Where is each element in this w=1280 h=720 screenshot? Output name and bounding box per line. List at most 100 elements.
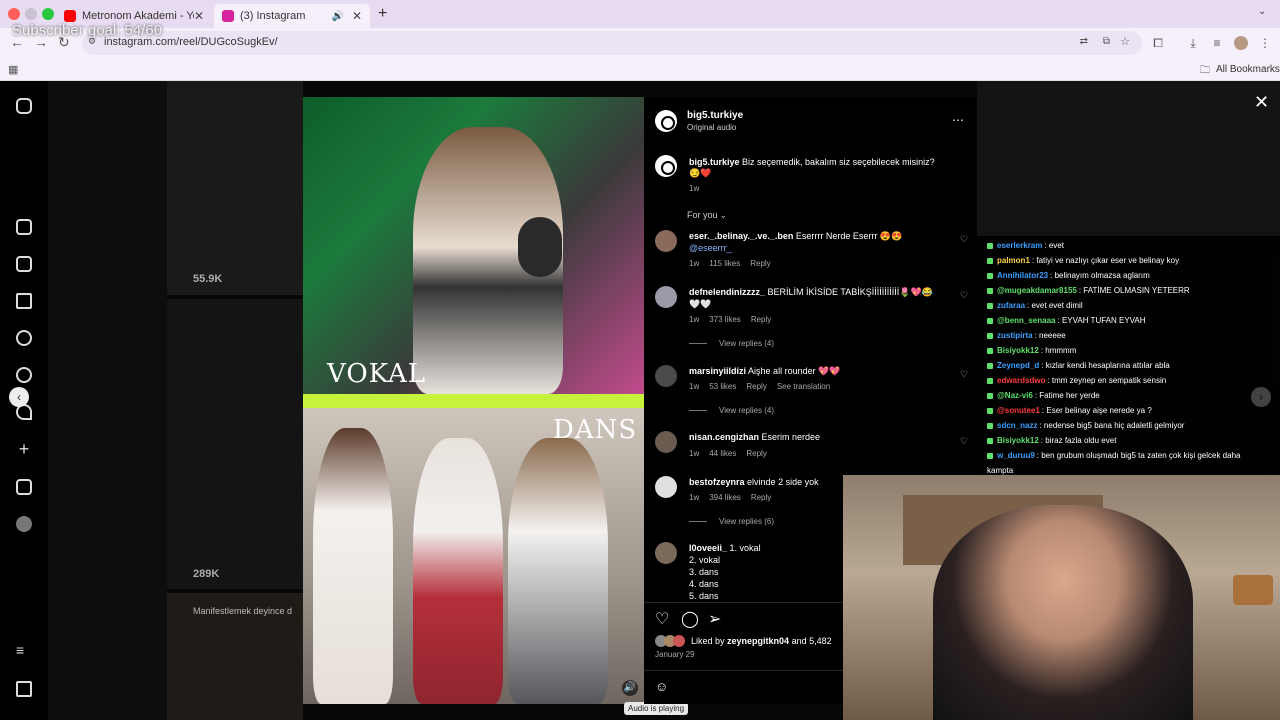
maximize-window-button[interactable] — [42, 8, 54, 20]
platform-badge-icon — [987, 437, 993, 444]
liked-by-user[interactable]: zeynepgitkn04 — [727, 636, 789, 646]
like-comment-icon[interactable]: ♡ — [960, 369, 968, 380]
like-comment-icon[interactable]: ♡ — [960, 234, 968, 245]
comment-meta: 1w 115 likes Reply — [689, 259, 781, 268]
view-replies-button[interactable]: View replies (6) — [689, 517, 774, 526]
author-username[interactable]: big5.turkiye — [687, 110, 743, 121]
address-bar[interactable]: ⚙ instagram.com/reel/DUGcoSugkEv/ ⇄ ⧉ ☆ — [82, 31, 1142, 55]
like-comment-icon[interactable]: ♡ — [960, 290, 968, 301]
comment-body-line2: 🤍🤍 — [689, 299, 712, 309]
chat-text: biraz fazla oldu evet — [1045, 436, 1117, 445]
folder-icon: 🗀 — [1200, 65, 1210, 76]
dashboard-icon[interactable] — [16, 479, 32, 495]
liked-by-avatars — [655, 635, 687, 647]
reels-icon[interactable] — [16, 256, 32, 272]
reading-list-icon[interactable]: ≡ — [1210, 36, 1224, 50]
comment-likes[interactable]: 115 likes — [709, 259, 740, 268]
caption-avatar[interactable] — [655, 155, 677, 177]
direct-messages-icon[interactable] — [16, 293, 32, 309]
reply-button[interactable]: Reply — [746, 449, 766, 458]
commenter-avatar[interactable] — [655, 476, 677, 498]
create-icon[interactable]: + — [16, 440, 32, 458]
streamer-figure — [933, 505, 1193, 720]
translate-icon[interactable]: ⇄ — [1080, 36, 1088, 47]
emoji-icon[interactable]: ☺ — [655, 679, 668, 694]
browser-menu-icon[interactable]: ⋮ — [1258, 36, 1272, 50]
close-window-button[interactable] — [8, 8, 20, 20]
bookmarks-bar: ▦ 🗀 All Bookmarks — [0, 58, 1280, 81]
post-date: January 29 — [655, 650, 695, 659]
new-tab-button[interactable]: + — [378, 5, 387, 23]
tab-list-button[interactable]: ⌄ — [1258, 6, 1266, 17]
comment-mention[interactable]: @eseerrr_ — [689, 243, 732, 253]
reply-button[interactable]: Reply — [751, 315, 771, 324]
close-tab-icon[interactable]: ✕ — [352, 9, 362, 23]
chat-text: tmm zeynep en sempatik sensin — [1051, 376, 1167, 385]
like-icon[interactable]: ♡ — [655, 609, 669, 629]
profile-avatar[interactable] — [16, 516, 32, 532]
comment-likes[interactable]: 44 likes — [709, 449, 736, 458]
commenter-avatar[interactable] — [655, 365, 677, 387]
platform-badge-icon — [987, 407, 993, 414]
share-icon[interactable]: ➢ — [708, 609, 721, 629]
more-menu-icon[interactable]: ≡ — [16, 643, 32, 659]
profile-avatar[interactable] — [1234, 36, 1248, 50]
reply-button[interactable]: Reply — [750, 259, 770, 268]
commenter-avatar[interactable] — [655, 431, 677, 453]
explore-icon[interactable] — [16, 367, 32, 383]
reel-video[interactable]: VOKAL DANS 🔊 — [303, 97, 644, 704]
comment-username[interactable]: defnelendinizzzz_ — [689, 287, 765, 297]
see-translation-link[interactable]: See translation — [777, 382, 830, 391]
author-avatar[interactable] — [655, 110, 677, 132]
all-bookmarks-link[interactable]: All Bookmarks — [1216, 64, 1280, 75]
comment-username[interactable]: bestofzeynra — [689, 477, 745, 487]
audio-subtitle[interactable]: Original audio — [687, 123, 736, 132]
extensions-icon[interactable]: ⧠ — [1151, 36, 1165, 50]
view-replies-button[interactable]: View replies (4) — [689, 339, 774, 348]
comment-likes[interactable]: 373 likes — [709, 315, 741, 324]
chat-username: Bisiyokk12 — [997, 436, 1039, 445]
comment-likes[interactable]: 53 likes — [709, 382, 736, 391]
bookmark-star-icon[interactable]: ☆ — [1120, 35, 1130, 48]
close-icon[interactable]: ✕ — [1254, 92, 1269, 113]
liked-by-count[interactable]: and 5,482 — [792, 636, 832, 646]
install-app-icon[interactable]: ⧉ — [1103, 36, 1110, 47]
comment-text: bestofzeynra elvinde 2 side yok — [689, 477, 819, 487]
commenter-avatar[interactable] — [655, 230, 677, 252]
speaker-icon[interactable]: 🔊 — [622, 680, 638, 696]
instagram-logo-icon[interactable] — [16, 98, 32, 114]
more-options-icon[interactable]: ⋯ — [952, 113, 964, 127]
view-replies-button[interactable]: View replies (4) — [689, 406, 774, 415]
comment-icon[interactable]: ◯ — [681, 609, 699, 629]
download-icon[interactable]: ⤓ — [1186, 36, 1200, 50]
reply-button[interactable]: Reply — [751, 493, 771, 502]
comment-username[interactable]: marsinyiildizi — [689, 366, 746, 376]
apps-grid-icon[interactable]: ▦ — [8, 63, 18, 76]
platform-badge-icon — [987, 377, 993, 384]
comment-sort-dropdown[interactable]: For you ⌄ — [687, 210, 737, 221]
comment-username[interactable]: l0oveeii_ — [689, 543, 727, 553]
caption-text: big5.turkiye Biz seçemedik, bakalım siz … — [689, 157, 935, 167]
reply-button[interactable]: Reply — [746, 382, 766, 391]
liked-by-text[interactable]: Liked by zeynepgitkn04 and 5,482 — [691, 636, 832, 646]
caption-username[interactable]: big5.turkiye — [689, 157, 740, 167]
meta-apps-icon[interactable] — [16, 681, 32, 697]
minimize-window-button[interactable] — [25, 8, 37, 20]
home-icon[interactable] — [16, 219, 32, 235]
search-icon[interactable] — [16, 330, 32, 346]
chat-username: sdcn_nazz — [997, 421, 1038, 430]
comment-text: eser._.belinay._.ve._.ben Eserrrr Nerde … — [689, 231, 902, 242]
comment-likes[interactable]: 394 likes — [709, 493, 741, 502]
commenter-avatar[interactable] — [655, 286, 677, 308]
commenter-avatar[interactable] — [655, 542, 677, 564]
reel-video-bottom — [303, 408, 644, 704]
tab-instagram[interactable]: (3) Instagram 🔊 ✕ — [214, 4, 370, 28]
comment-username[interactable]: nisan.cengizhan — [689, 432, 759, 442]
comment-username[interactable]: eser._.belinay._.ve._.ben — [689, 231, 793, 241]
comment-meta: 1w 373 likes Reply — [689, 315, 781, 324]
audio-playing-icon[interactable]: 🔊 — [331, 11, 343, 22]
previous-post-button[interactable]: ‹ — [9, 387, 29, 407]
comment-list-line: 3. dans — [689, 567, 719, 577]
like-comment-icon[interactable]: ♡ — [960, 436, 968, 447]
close-tab-icon[interactable]: ✕ — [194, 9, 204, 23]
